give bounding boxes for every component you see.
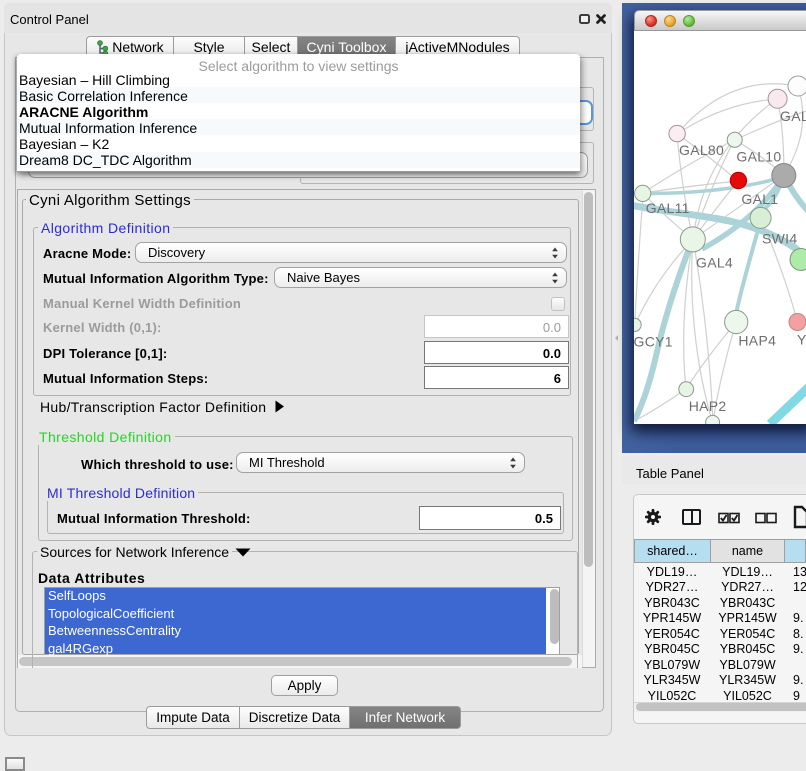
svg-text:Y: Y (797, 332, 806, 348)
svg-text:SWI4: SWI4 (762, 230, 797, 246)
svg-text:GCY1: GCY1 (634, 333, 673, 349)
svg-text:GAL4: GAL4 (696, 255, 733, 271)
svg-text:GAL1: GAL1 (741, 191, 778, 207)
svg-text:GAL80: GAL80 (679, 142, 724, 158)
svg-text:HAP4: HAP4 (738, 333, 776, 349)
svg-text:GAL: GAL (780, 108, 806, 124)
svg-text:HAP2: HAP2 (689, 398, 727, 414)
svg-text:GAL10: GAL10 (736, 149, 781, 165)
svg-text:GAL11: GAL11 (646, 200, 690, 216)
